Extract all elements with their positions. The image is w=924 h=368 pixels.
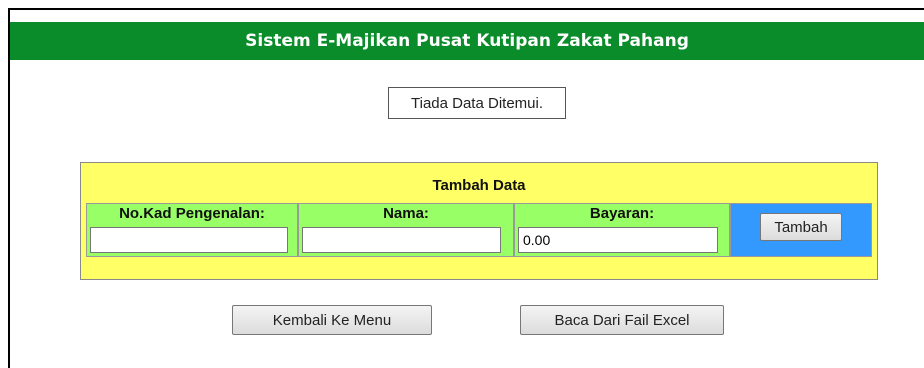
panel-title: Tambah Data xyxy=(432,177,526,194)
add-data-row: No.Kad Pengenalan: Nama: Bayaran: Tambah xyxy=(86,203,872,257)
notice-text: Tiada Data Ditemui. xyxy=(411,94,543,112)
ic-number-input[interactable] xyxy=(90,227,288,253)
bayaran-cell: Bayaran: xyxy=(514,203,730,257)
submit-cell: Tambah xyxy=(730,203,872,257)
page-title: Sistem E-Majikan Pusat Kutipan Zakat Pah… xyxy=(245,31,689,51)
back-to-menu-button[interactable]: Kembali Ke Menu xyxy=(232,305,432,335)
nama-cell: Nama: xyxy=(298,203,514,257)
bayaran-label: Bayaran: xyxy=(589,205,655,222)
page-header: Sistem E-Majikan Pusat Kutipan Zakat Pah… xyxy=(10,22,924,60)
read-excel-button[interactable]: Baca Dari Fail Excel xyxy=(520,305,724,335)
ic-label: No.Kad Pengenalan: xyxy=(119,205,265,222)
ic-cell: No.Kad Pengenalan: xyxy=(86,203,298,257)
tambah-button[interactable]: Tambah xyxy=(760,213,842,241)
bayaran-input[interactable] xyxy=(518,227,718,253)
no-data-notice: Tiada Data Ditemui. xyxy=(388,87,566,119)
nama-label: Nama: xyxy=(383,205,429,222)
nama-input[interactable] xyxy=(302,227,501,253)
add-data-panel: Tambah Data No.Kad Pengenalan: Nama: Bay… xyxy=(80,162,878,280)
